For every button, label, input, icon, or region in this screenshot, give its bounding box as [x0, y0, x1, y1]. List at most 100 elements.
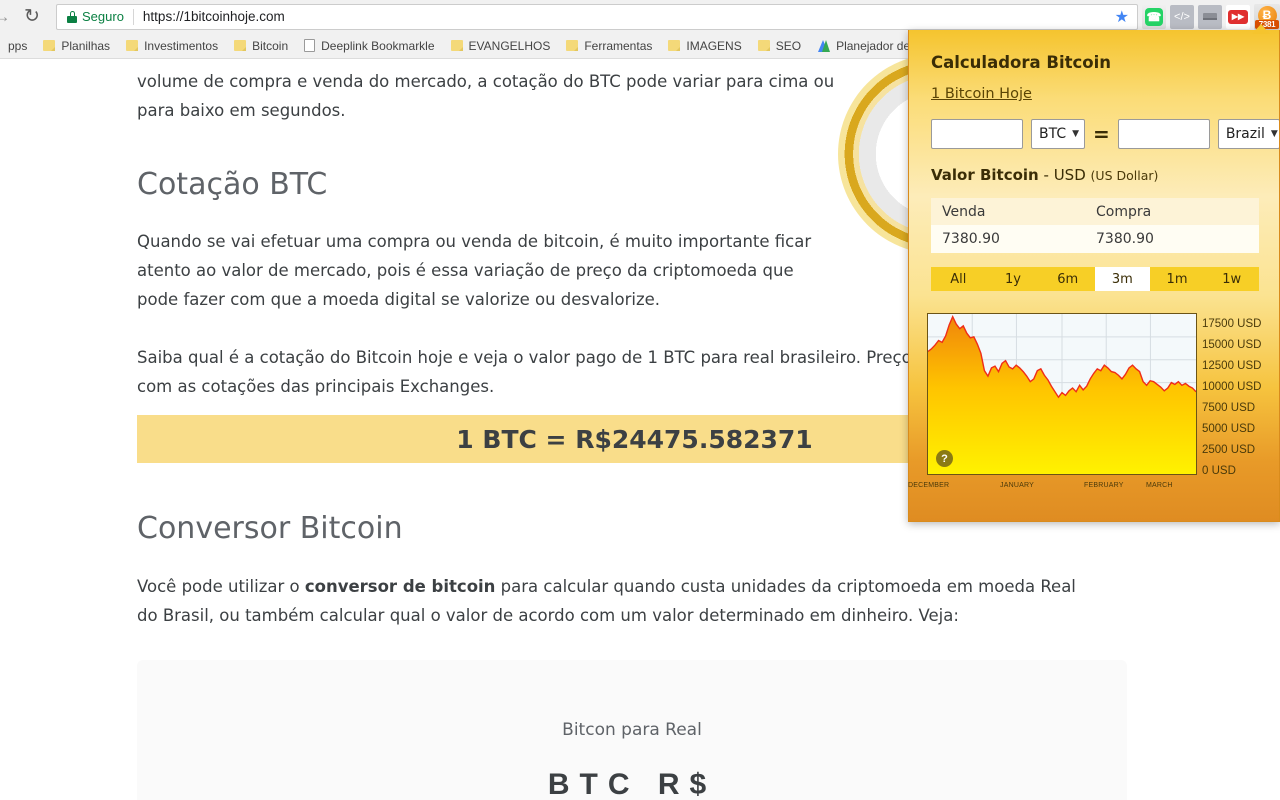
security-chip[interactable]: Seguro — [61, 9, 124, 24]
question-mark-icon[interactable]: ? — [936, 450, 953, 467]
bookmark-apps-label: pps — [8, 38, 28, 53]
address-bar[interactable]: Seguro https://1bitcoinhoje.com ★ — [56, 3, 1138, 30]
bookmark-ferramentas[interactable]: Ferramentas — [558, 39, 660, 53]
youtube-extension-icon[interactable]: ▶▶ — [1226, 4, 1250, 29]
bookmark-deeplink-bookmarklet[interactable]: Deeplink Bookmarkle — [296, 39, 442, 53]
bookmark-label: Planilhas — [61, 38, 111, 53]
toolbar-extension-icon[interactable] — [1198, 4, 1222, 29]
folder-icon — [126, 40, 139, 51]
range-tab-1y[interactable]: 1y — [986, 267, 1041, 291]
column-header-venda: Venda — [942, 203, 986, 220]
google-ads-icon — [817, 39, 830, 52]
price-chart-svg — [928, 314, 1196, 474]
x-tick-label: JANUARY — [1000, 479, 1034, 490]
currency-select[interactable]: BTC ▼ — [1031, 119, 1086, 149]
valor-dash: - — [1038, 166, 1054, 184]
bookmark-seo[interactable]: SEO — [750, 39, 809, 53]
valor-currency-name: (US Dollar) — [1090, 168, 1159, 183]
y-tick-label: 5000 USD — [1202, 423, 1256, 435]
conversor-title: Bitcon para Real — [562, 720, 702, 740]
omnibox-divider — [132, 8, 134, 25]
whatsapp-extension-icon[interactable]: ☎ — [1142, 4, 1166, 29]
y-tick-label: 2500 USD — [1202, 444, 1256, 456]
paragraph-conversor: Você pode utilizar o conversor de bitcoi… — [137, 572, 1077, 630]
x-tick-label: MARCH — [1146, 479, 1173, 490]
folder-icon — [43, 40, 56, 51]
currency-select-value: BTC — [1039, 126, 1067, 142]
amount-input[interactable] — [931, 119, 1023, 149]
paragraph-conversor-bold: conversor de bitcoin — [304, 577, 496, 596]
y-tick-label: 17500 USD — [1202, 318, 1262, 330]
bitcoin-hoje-link[interactable]: 1 Bitcoin Hoje — [931, 86, 1032, 102]
navigation-bar: → ↻ Seguro https://1bitcoinhoje.com ★ ☎ … — [0, 0, 1280, 33]
code-viewer-extension-icon[interactable]: </> — [1170, 4, 1194, 29]
y-tick-label: 15000 USD — [1202, 339, 1262, 351]
paragraph-conversor-a: Você pode utilizar o — [137, 577, 305, 596]
table-row: 7380.90 7380.90 — [931, 225, 1259, 253]
range-tab-3m[interactable]: 3m — [1095, 267, 1150, 291]
column-header-compra: Compra — [1096, 203, 1152, 220]
bookmark-evangelhos[interactable]: EVANGELHOS — [443, 39, 559, 53]
bookmark-label: Deeplink Bookmarkle — [321, 38, 435, 53]
chart-range-tabs: All 1y 6m 3m 1m 1w — [931, 267, 1259, 291]
bitcoin-price-extension-icon[interactable]: Ƀ 7381 — [1254, 3, 1280, 30]
folder-icon — [757, 40, 770, 51]
paragraph-cotacao: Saiba qual é a cotação do Bitcoin hoje e… — [137, 348, 1003, 396]
range-tab-6m[interactable]: 6m — [1040, 267, 1095, 291]
range-tab-all[interactable]: All — [931, 267, 986, 291]
bookmark-investimentos[interactable]: Investimentos — [118, 39, 226, 53]
lock-icon — [67, 10, 77, 23]
chart-y-axis: 17500 USD 15000 USD 12500 USD 10000 USD … — [1202, 314, 1278, 482]
y-tick-label: 12500 USD — [1202, 360, 1262, 372]
x-tick-label: FEBRUARY — [1084, 479, 1124, 490]
folder-icon — [668, 40, 681, 51]
bookmark-label: Ferramentas — [584, 38, 653, 53]
cell-compra-value: 7380.90 — [1096, 231, 1154, 247]
chevron-down-icon: ▼ — [1270, 129, 1278, 139]
conversor-widget[interactable]: Bitcon para Real BTC R$ — [137, 660, 1127, 800]
popup-title: Calculadora Bitcoin — [931, 53, 1112, 72]
bookmark-apps[interactable]: pps — [0, 39, 35, 53]
bookmark-imagens[interactable]: IMAGENS — [660, 39, 749, 53]
rate-table: Venda Compra 7380.90 7380.90 — [931, 198, 1259, 253]
folder-icon — [234, 40, 247, 51]
cell-venda-value: 7380.90 — [942, 231, 1000, 247]
table-header-row: Venda Compra — [931, 198, 1259, 225]
x-tick-label: DECEMBER — [908, 479, 950, 490]
y-tick-label: 0 USD — [1202, 465, 1236, 477]
paragraph-mercado: Quando se vai efetuar uma compra ou vend… — [137, 232, 812, 309]
y-tick-label: 7500 USD — [1202, 402, 1256, 414]
forward-arrow-icon[interactable]: → — [0, 3, 16, 31]
intro-paragraph: volume de compra e venda do mercado, a c… — [137, 72, 835, 120]
folder-icon — [566, 40, 579, 51]
chart-x-axis: DECEMBER JANUARY FEBRUARY MARCH — [908, 479, 1208, 495]
folder-icon — [450, 40, 463, 51]
bookmark-label: Investimentos — [144, 38, 219, 53]
result-input[interactable] — [1117, 119, 1210, 149]
conversor-subtitle: BTC R$ — [547, 768, 717, 800]
country-select[interactable]: Brazil ▼ — [1217, 119, 1279, 149]
range-tab-1w[interactable]: 1w — [1204, 267, 1259, 291]
browser-chrome: → ↻ Seguro https://1bitcoinhoje.com ★ ☎ … — [0, 0, 1280, 33]
y-tick-label: 10000 USD — [1202, 381, 1262, 393]
chevron-down-icon: ▼ — [1072, 129, 1080, 139]
price-banner-text: 1 BTC = R$24475.582371 — [456, 424, 813, 454]
price-chart[interactable] — [927, 313, 1197, 475]
valor-bitcoin-label: Valor Bitcoin — [931, 166, 1039, 184]
security-label: Seguro — [82, 9, 124, 24]
valor-currency-code: USD — [1053, 166, 1086, 184]
bookmark-star-icon[interactable]: ★ — [1115, 7, 1129, 27]
reload-icon[interactable]: ↻ — [18, 3, 46, 31]
bookmark-label: SEO — [775, 38, 802, 53]
bookmark-label: EVANGELHOS — [468, 38, 551, 53]
country-select-value: Brazil — [1225, 126, 1265, 142]
valor-bitcoin-header: Valor Bitcoin - USD (US Dollar) — [931, 166, 1279, 184]
bookmark-bitcoin[interactable]: Bitcoin — [226, 39, 296, 53]
page-icon — [304, 39, 316, 52]
url-text[interactable]: https://1bitcoinhoje.com — [143, 9, 285, 24]
calculator-row: BTC ▼ = Brazil ▼ — [931, 119, 1279, 149]
bookmark-label: IMAGENS — [686, 38, 742, 53]
bookmark-label: Bitcoin — [252, 38, 289, 53]
range-tab-1m[interactable]: 1m — [1150, 267, 1205, 291]
bookmark-planilhas[interactable]: Planilhas — [35, 39, 118, 53]
